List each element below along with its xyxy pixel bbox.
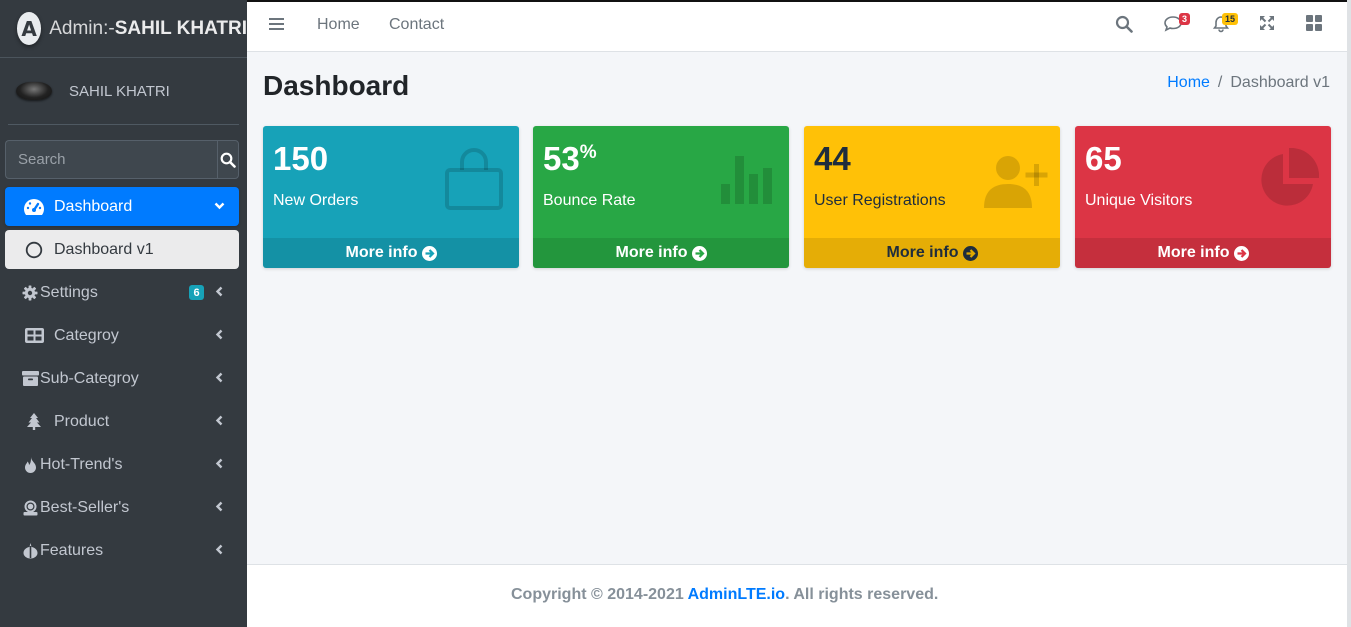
user-name[interactable]: SAHIL KHATRI [69, 83, 170, 100]
scrollbar[interactable] [1347, 0, 1351, 627]
sidebar-item-dashboard[interactable]: Dashboard [5, 187, 239, 226]
messages-count-badge: 3 [1179, 13, 1191, 25]
sidebar-item-label: Categroy [54, 326, 119, 344]
chevron-left-icon [215, 372, 223, 383]
small-box-unique-visitors: 65 Unique Visitors More info [1075, 126, 1331, 268]
settings-count-badge: 6 [189, 285, 204, 300]
breadcrumb-current: Dashboard v1 [1230, 74, 1330, 91]
box-label: User Registrations [814, 192, 946, 209]
chevron-left-icon [215, 544, 223, 555]
more-info-link[interactable]: More info [263, 238, 519, 268]
nav-link-contact[interactable]: Contact [389, 16, 444, 34]
main-footer: Copyright © 2014-2021 AdminLTE.io. All r… [247, 564, 1351, 627]
search-icon[interactable] [1115, 15, 1133, 33]
avatar [16, 82, 52, 100]
bar-chart-icon [721, 156, 772, 204]
tachometer-icon [17, 198, 51, 216]
small-box-bounce-rate: 53% Bounce Rate More info [533, 126, 789, 268]
user-panel[interactable]: SAHIL KHATRI [8, 58, 239, 125]
breadcrumb-home-link[interactable]: Home [1167, 74, 1210, 91]
notifications-count-badge: 15 [1222, 13, 1239, 25]
tree-icon [17, 413, 51, 430]
content-wrapper: Dashboard Home / Dashboard v1 150 New Orde… [247, 52, 1351, 564]
brand-text: Admin:-SAHIL KHATRI [49, 17, 247, 39]
brand-link[interactable]: A Admin:-SAHIL KHATRI [0, 0, 247, 58]
box-value: 65 [1085, 140, 1122, 177]
more-info-link[interactable]: More info [1075, 238, 1331, 268]
small-box-new-orders: 150 New Orders More info [263, 126, 519, 268]
sidebar-item-label: Dashboard [54, 197, 133, 215]
award-icon [20, 500, 40, 516]
table-icon [17, 328, 51, 343]
arrow-circle-right-icon [1233, 245, 1249, 261]
sidebar-item-dashboard-v1[interactable]: Dashboard v1 [5, 230, 239, 269]
chevron-left-icon [215, 415, 223, 426]
brand-logo: A [17, 12, 42, 45]
sidebar-item-label: Product [54, 412, 110, 430]
copyright-text: Copyright © 2014-2021 AdminLTE.io. All r… [511, 586, 939, 603]
sidebar-item-label: Dashboard v1 [54, 240, 154, 258]
sidebar-item-label: Best-Seller's [40, 498, 130, 516]
sidebar-search [5, 140, 239, 179]
search-button[interactable] [217, 140, 239, 179]
sidebar-item-label: Hot-Trend's [40, 455, 123, 473]
more-info-link[interactable]: More info [804, 238, 1060, 268]
main-sidebar: A Admin:-SAHIL KHATRI SAHIL KHATRI Dashb… [0, 0, 247, 627]
sidebar-item-label: Settings [40, 283, 98, 301]
sidebar-item-label: Features [40, 541, 104, 559]
pie-chart-icon [1261, 148, 1319, 206]
adminlte-link[interactable]: AdminLTE.io [688, 586, 785, 603]
page-title: Dashboard [263, 70, 410, 101]
jedi-icon [20, 542, 40, 559]
arrow-circle-right-icon [962, 245, 978, 261]
sidebar-item-hot-trends[interactable]: Hot-Trend's [5, 445, 239, 484]
box-value: 44 [814, 140, 851, 177]
box-label: Unique Visitors [1085, 192, 1193, 209]
sidebar-nav: Dashboard Dashboard v1 Settings 6 Categr… [0, 187, 247, 570]
circle-icon [17, 241, 51, 259]
nav-link-home[interactable]: Home [317, 16, 360, 34]
control-sidebar-grid-icon[interactable] [1306, 15, 1322, 31]
hamburger-menu-icon[interactable] [269, 16, 285, 32]
small-box-user-registrations: 44 User Registrations More info [804, 126, 1060, 268]
sidebar-item-best-sellers[interactable]: Best-Seller's [5, 488, 239, 527]
search-input[interactable] [5, 140, 217, 179]
box-value: 53% [543, 140, 597, 177]
sidebar-item-product[interactable]: Product [5, 402, 239, 441]
more-info-link[interactable]: More info [533, 238, 789, 268]
arrow-circle-right-icon [421, 245, 437, 261]
sidebar-item-label: Sub-Categroy [40, 369, 139, 387]
box-icon [20, 371, 40, 386]
sidebar-item-settings[interactable]: Settings 6 [5, 273, 239, 312]
box-label: New Orders [273, 192, 359, 209]
user-plus-icon [984, 156, 1048, 208]
chevron-left-icon [215, 329, 223, 340]
sidebar-item-sub-categroy[interactable]: Sub-Categroy [5, 359, 239, 398]
gear-icon [20, 285, 40, 301]
box-value: 150 [273, 140, 329, 177]
chevron-left-icon [215, 286, 223, 297]
chevron-down-icon [214, 202, 225, 210]
chevron-left-icon [215, 458, 223, 469]
arrow-circle-right-icon [691, 245, 707, 261]
box-label: Bounce Rate [543, 192, 636, 209]
fullscreen-icon[interactable] [1259, 15, 1275, 31]
shopping-bag-icon [445, 148, 503, 210]
chevron-left-icon [215, 501, 223, 512]
breadcrumb: Home / Dashboard v1 [1167, 74, 1330, 91]
sidebar-item-categroy[interactable]: Categroy [5, 316, 239, 355]
search-icon [220, 152, 236, 168]
sidebar-item-features[interactable]: Features [5, 531, 239, 570]
fire-icon [20, 456, 40, 473]
top-navbar: Home Contact 3 15 [247, 0, 1351, 52]
